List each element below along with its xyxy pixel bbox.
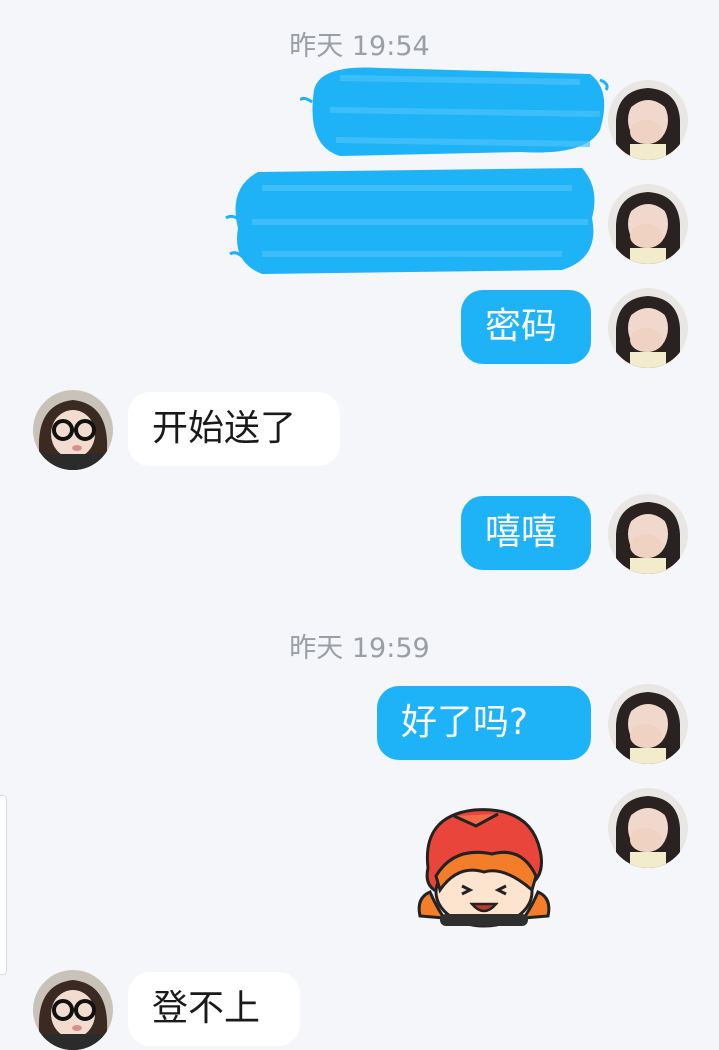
self-avatar-image xyxy=(608,184,688,264)
scrollbar[interactable] xyxy=(0,795,7,975)
friend-avatar[interactable] xyxy=(33,970,113,1050)
self-avatar[interactable] xyxy=(608,788,688,868)
friend-avatar[interactable] xyxy=(33,390,113,470)
self-avatar[interactable] xyxy=(608,494,688,574)
friend-avatar-image xyxy=(33,390,113,470)
outgoing-message-bubble[interactable]: 好了吗? xyxy=(377,686,591,760)
cartoon-girl-sticker[interactable] xyxy=(414,806,554,928)
self-avatar[interactable] xyxy=(608,288,688,368)
outgoing-message-bubble[interactable]: 嘻嘻 xyxy=(461,496,591,570)
self-avatar-image xyxy=(608,80,688,160)
incoming-message-bubble[interactable]: 登不上 xyxy=(128,972,300,1046)
self-avatar-image xyxy=(608,288,688,368)
self-avatar-image xyxy=(608,788,688,868)
self-avatar[interactable] xyxy=(608,684,688,764)
outgoing-message-bubble[interactable]: 密码 xyxy=(461,290,591,364)
redacted-message-bubble[interactable] xyxy=(222,158,602,280)
redacted-message-bubble[interactable] xyxy=(298,60,612,160)
self-avatar[interactable] xyxy=(608,184,688,264)
friend-avatar-image xyxy=(33,970,113,1050)
self-avatar-image xyxy=(608,494,688,574)
incoming-message-bubble[interactable]: 开始送了 xyxy=(128,392,340,466)
timestamp: 昨天 19:54 xyxy=(289,31,430,62)
self-avatar[interactable] xyxy=(608,80,688,160)
self-avatar-image xyxy=(608,684,688,764)
timestamp: 昨天 19:59 xyxy=(289,633,430,664)
